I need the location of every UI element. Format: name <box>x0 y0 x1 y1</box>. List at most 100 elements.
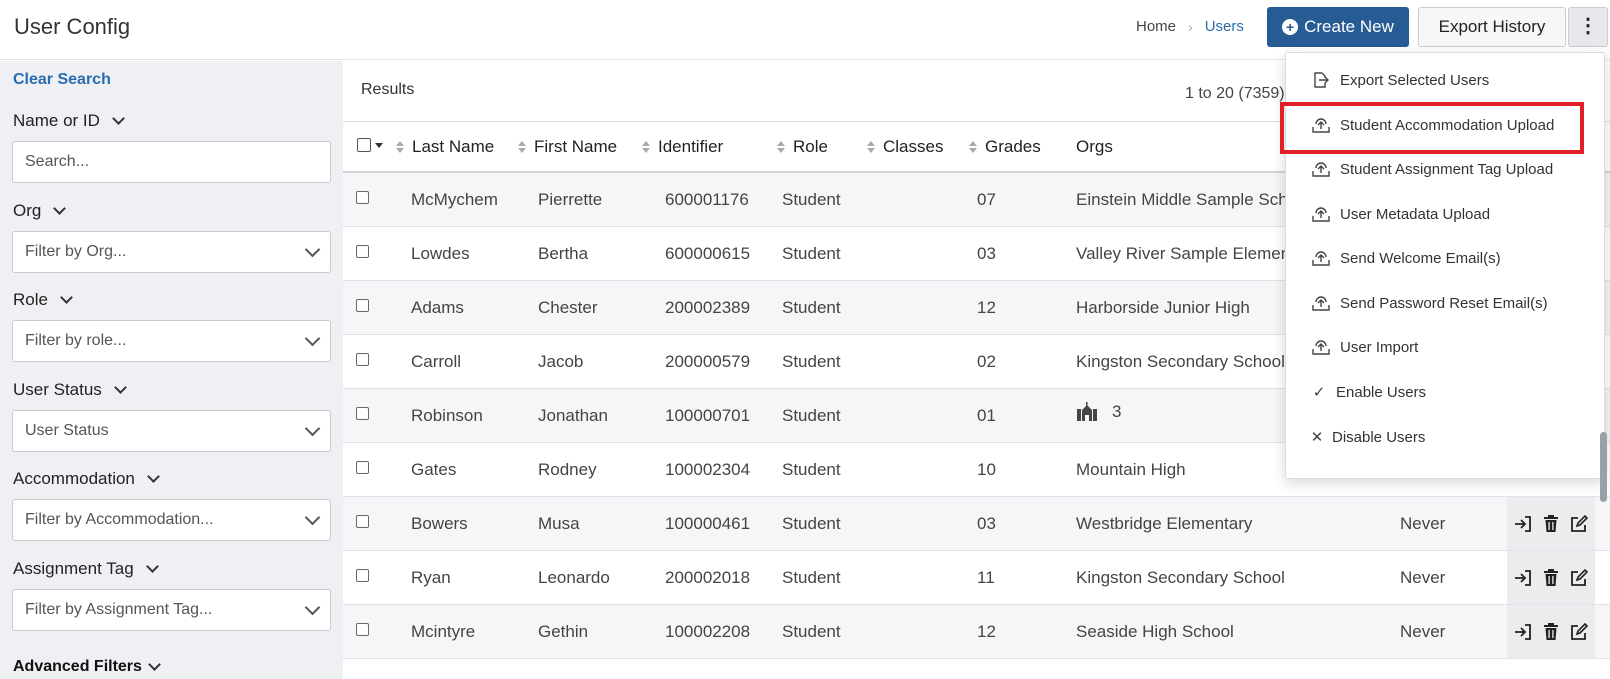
col-identifier[interactable]: Identifier <box>642 137 723 157</box>
table-row[interactable]: Ryan Leonardo 200002018 Student 11 Kings… <box>343 551 1610 605</box>
cell-last-name: Adams <box>411 298 464 317</box>
menu-item-send-password-reset-emails[interactable]: Send Password Reset Email(s) <box>1312 294 1548 312</box>
cell-role: Student <box>782 298 841 317</box>
trash-icon[interactable] <box>1541 622 1561 642</box>
table-row[interactable]: Mcintyre Gethin 100002208 Student 12 Sea… <box>343 605 1610 659</box>
row-checkbox[interactable] <box>356 245 369 258</box>
sort-icon <box>867 141 875 153</box>
chevron-down-icon <box>60 291 73 304</box>
filter-label-user-status[interactable]: User Status <box>13 380 127 400</box>
advanced-filters-toggle[interactable]: Advanced Filters <box>13 658 161 676</box>
menu-item-user-metadata-upload[interactable]: User Metadata Upload <box>1312 205 1490 223</box>
login-as-icon[interactable] <box>1513 622 1533 642</box>
role-filter-select[interactable]: Filter by role... <box>12 320 331 362</box>
row-checkbox[interactable] <box>356 461 369 474</box>
filter-label-accommodation[interactable]: Accommodation <box>13 469 160 489</box>
row-checkbox[interactable] <box>356 623 369 636</box>
assignment-tag-filter-placeholder: Filter by Assignment Tag... <box>25 601 213 618</box>
menu-item-label: Enable Users <box>1336 383 1427 401</box>
user-status-select[interactable]: User Status <box>12 410 331 452</box>
edit-icon[interactable] <box>1569 568 1589 588</box>
chevron-down-icon <box>112 112 125 125</box>
row-checkbox[interactable] <box>356 407 369 420</box>
col-role[interactable]: Role <box>777 137 828 157</box>
cell-last-login: Never <box>1400 622 1446 641</box>
login-as-icon[interactable] <box>1513 568 1533 588</box>
menu-item-export-selected-users[interactable]: Export Selected Users <box>1312 71 1489 89</box>
col-first-name[interactable]: First Name <box>518 137 617 157</box>
org-filter-select[interactable]: Filter by Org... <box>12 231 331 273</box>
results-title: Results <box>361 81 415 98</box>
trash-icon[interactable] <box>1541 568 1561 588</box>
cell-role: Student <box>782 190 841 209</box>
menu-item-label: Export Selected Users <box>1340 71 1490 89</box>
table-row[interactable]: Bowers Musa 100000461 Student 03 Westbri… <box>343 497 1610 551</box>
filter-label-text: User Status <box>13 380 102 399</box>
row-checkbox[interactable] <box>356 515 369 528</box>
sort-icon <box>969 141 977 153</box>
row-actions <box>1507 605 1595 658</box>
cell-last-login: Never <box>1400 568 1446 587</box>
filter-label-assignment-tag[interactable]: Assignment Tag <box>13 559 159 579</box>
row-checkbox[interactable] <box>356 299 369 312</box>
cell-grade: 11 <box>977 568 995 587</box>
menu-item-disable-users[interactable]: ✕ Disable Users <box>1311 428 1426 447</box>
col-label: Role <box>793 137 828 156</box>
filter-label-text: Accommodation <box>13 469 135 488</box>
row-actions <box>1507 497 1595 550</box>
row-checkbox[interactable] <box>356 191 369 204</box>
menu-item-send-welcome-emails[interactable]: Send Welcome Email(s) <box>1312 249 1501 267</box>
assignment-tag-filter-select[interactable]: Filter by Assignment Tag... <box>12 589 331 631</box>
cell-first-name: Rodney <box>538 460 597 479</box>
menu-item-enable-users[interactable]: ✓ Enable Users <box>1312 383 1427 402</box>
cell-identifier: 100000461 <box>665 514 751 533</box>
export-history-button[interactable]: Export History <box>1418 7 1566 47</box>
col-grades[interactable]: Grades <box>969 137 1041 157</box>
cell-identifier: 600000615 <box>665 244 751 263</box>
col-orgs[interactable]: Orgs <box>1076 137 1113 157</box>
breadcrumb-users[interactable]: Users <box>1205 18 1244 35</box>
cell-first-name: Pierrette <box>538 190 603 209</box>
col-last-name[interactable]: Last Name <box>396 137 494 157</box>
accommodation-filter-select[interactable]: Filter by Accommodation... <box>12 499 331 541</box>
menu-item-user-import[interactable]: User Import <box>1312 338 1418 356</box>
filter-label-name-or-id[interactable]: Name or ID <box>13 111 125 131</box>
create-new-label: Create New <box>1304 17 1394 36</box>
edit-icon[interactable] <box>1569 622 1589 642</box>
cell-org: Westbridge Elementary <box>1076 514 1253 533</box>
cell-org: Einstein Middle Sample Sch <box>1076 190 1288 209</box>
check-icon: ✓ <box>1312 384 1326 401</box>
filter-label-org[interactable]: Org <box>13 201 67 221</box>
upload-cloud-icon <box>1312 338 1330 356</box>
clear-search-link[interactable]: Clear Search <box>13 71 111 89</box>
edit-icon[interactable] <box>1569 514 1589 534</box>
filter-label-role[interactable]: Role <box>13 290 73 310</box>
cell-org: Kingston Secondary School <box>1076 352 1285 371</box>
col-classes[interactable]: Classes <box>867 137 943 157</box>
cell-org: Harborside Junior High <box>1076 298 1250 317</box>
trash-icon[interactable] <box>1541 514 1561 534</box>
more-options-button[interactable]: ⋮ <box>1568 7 1608 47</box>
chevron-down-icon <box>304 241 321 257</box>
cell-first-name: Jacob <box>538 352 584 371</box>
cell-role: Student <box>782 460 841 479</box>
menu-item-student-assignment-tag-upload[interactable]: Student Assignment Tag Upload <box>1312 160 1553 178</box>
cell-first-name: Gethin <box>538 622 589 641</box>
cell-grade: 07 <box>977 190 996 209</box>
cell-identifier: 100002304 <box>665 460 751 479</box>
login-as-icon[interactable] <box>1513 514 1533 534</box>
scrollbar-thumb[interactable] <box>1600 432 1607 502</box>
menu-item-label: Disable Users <box>1332 428 1426 446</box>
cell-last-name: Gates <box>411 460 457 479</box>
row-checkbox[interactable] <box>356 353 369 366</box>
select-all-checkbox[interactable] <box>357 138 383 152</box>
cell-identifier: 200002389 <box>665 298 751 317</box>
sort-icon <box>777 141 785 153</box>
create-new-button[interactable]: + Create New <box>1267 7 1409 47</box>
row-checkbox[interactable] <box>356 569 369 582</box>
cell-org-multi[interactable]: 3 <box>1076 402 1121 422</box>
search-input[interactable]: Search... <box>12 141 331 183</box>
cell-grade: 02 <box>977 352 996 371</box>
breadcrumb-home[interactable]: Home <box>1136 18 1176 35</box>
chevron-down-icon <box>145 560 159 573</box>
